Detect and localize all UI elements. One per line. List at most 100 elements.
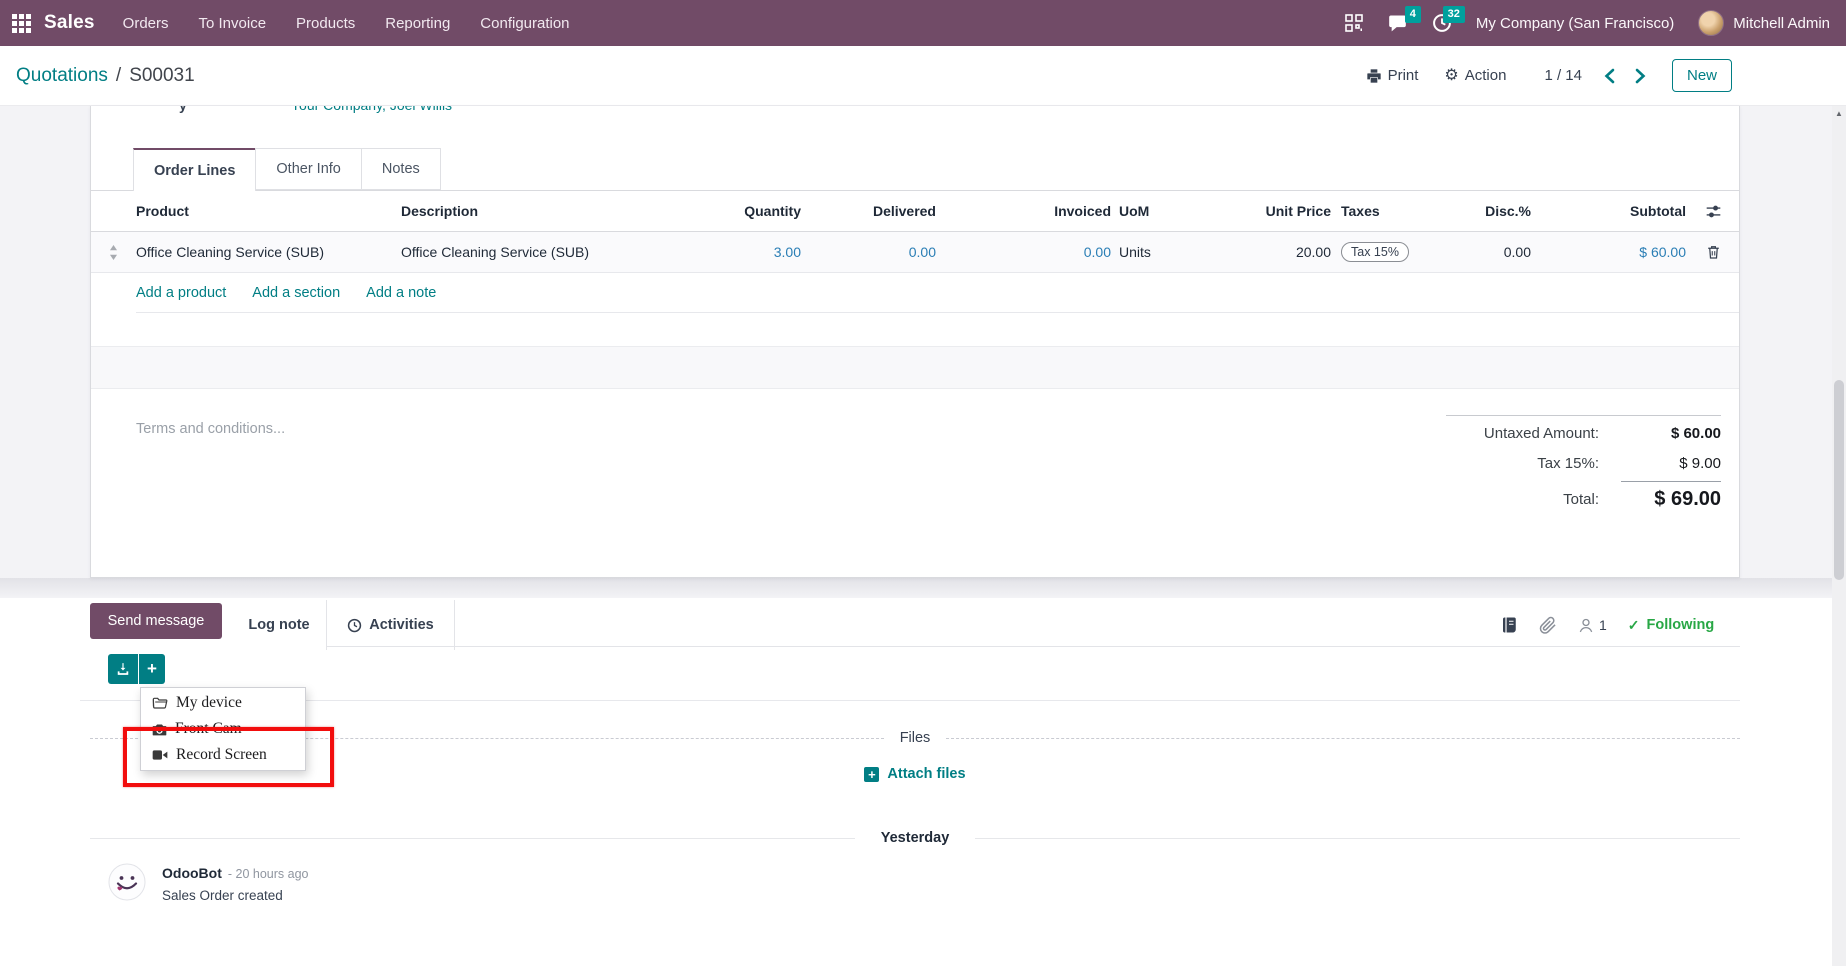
menu-item-my-device[interactable]: My device (141, 690, 305, 716)
control-panel: Quotations / S00031 Print ⚙ Action 1 / 1… (0, 46, 1846, 106)
cell-uom[interactable]: Units (1111, 244, 1231, 260)
menu-item-label: Record Screen (176, 746, 267, 764)
optional-columns-icon[interactable] (1686, 204, 1741, 219)
empty-list-row (91, 346, 1739, 389)
nav-item-to-invoice[interactable]: To Invoice (199, 15, 267, 32)
user-menu[interactable]: Mitchell Admin (1698, 10, 1830, 36)
date-divider-label: Yesterday (881, 830, 950, 846)
col-quantity[interactable]: Quantity (651, 203, 801, 219)
tax-badge[interactable]: Tax 15% (1341, 242, 1409, 262)
vertical-scrollbar[interactable]: ▲ (1832, 106, 1846, 966)
cell-delivered[interactable]: 0.00 (801, 244, 936, 260)
date-divider: Yesterday (90, 828, 1740, 848)
tax-label: Tax 15%: (1537, 455, 1599, 472)
activities-clock-icon[interactable]: 32 (1432, 13, 1452, 33)
log-note-button[interactable]: Log note (232, 600, 327, 650)
menu-item-record-screen[interactable]: Record Screen (141, 742, 305, 768)
scrollbar-up-arrow-icon[interactable]: ▲ (1832, 109, 1846, 118)
message-timestamp: - 20 hours ago (228, 867, 309, 881)
col-invoiced[interactable]: Invoiced (936, 203, 1111, 219)
tab-other-info[interactable]: Other Info (255, 148, 361, 190)
col-subtotal[interactable]: Subtotal (1531, 203, 1686, 219)
cell-disc[interactable]: 0.00 (1421, 244, 1531, 260)
drag-handle-icon[interactable] (91, 245, 136, 260)
message-author[interactable]: OdooBot (162, 865, 222, 881)
app-switcher[interactable]: Sales (12, 12, 95, 34)
apps-grid-icon[interactable] (12, 14, 31, 33)
action-button[interactable]: ⚙ Action (1444, 67, 1506, 84)
user-avatar[interactable] (1698, 10, 1724, 36)
pager-previous-icon[interactable] (1604, 68, 1615, 84)
attach-files-button[interactable]: + Attach files (90, 766, 1740, 782)
app-name[interactable]: Sales (44, 12, 95, 34)
cell-unit-price[interactable]: 20.00 (1231, 244, 1331, 260)
quotation-form-card: y Your Company, Joel Willis Order Lines … (90, 106, 1740, 578)
nav-item-orders[interactable]: Orders (123, 15, 169, 32)
message-header: OdooBot - 20 hours ago (162, 865, 308, 881)
col-product[interactable]: Product (136, 203, 401, 219)
pager-arrows (1604, 68, 1646, 84)
col-unit-price[interactable]: Unit Price (1231, 203, 1331, 219)
nav-right: 4 32 My Company (San Francisco) Mitchell… (1345, 10, 1846, 36)
breadcrumb-separator: / (116, 65, 121, 87)
barcode-icon[interactable] (1345, 14, 1363, 32)
print-button[interactable]: Print (1366, 67, 1419, 84)
attachments-icon[interactable] (1539, 616, 1557, 635)
total-value: $ 69.00 (1611, 488, 1721, 511)
user-name: Mitchell Admin (1733, 15, 1830, 32)
breadcrumb-current: S00031 (129, 65, 195, 87)
activities-button[interactable]: Activities (327, 600, 455, 650)
table-row[interactable]: Office Cleaning Service (SUB) Office Cle… (91, 232, 1739, 273)
col-taxes[interactable]: Taxes (1331, 203, 1421, 219)
nav-item-reporting[interactable]: Reporting (385, 15, 450, 32)
add-a-product-link[interactable]: Add a product (136, 285, 226, 301)
chatter-icons: 1 ✓ Following (1500, 600, 1714, 650)
following-button[interactable]: ✓ Following (1628, 617, 1714, 634)
pager-next-icon[interactable] (1635, 68, 1646, 84)
followers-button[interactable]: 1 (1578, 617, 1607, 634)
nav-item-products[interactable]: Products (296, 15, 355, 32)
col-delivered[interactable]: Delivered (801, 203, 936, 219)
log-notes-icon[interactable] (1500, 616, 1518, 634)
date-divider-line-left (90, 838, 855, 839)
tab-order-lines[interactable]: Order Lines (133, 148, 256, 191)
cell-invoiced[interactable]: 0.00 (936, 244, 1111, 260)
send-message-button[interactable]: Send message (90, 603, 222, 639)
company-switcher[interactable]: My Company (San Francisco) (1476, 15, 1674, 32)
attach-files-label: Attach files (887, 766, 965, 782)
total-divider (1621, 481, 1721, 482)
followers-count: 1 (1599, 617, 1607, 633)
cell-description[interactable]: Office Cleaning Service (SUB) (401, 244, 651, 260)
cell-product[interactable]: Office Cleaning Service (SUB) (136, 244, 401, 260)
check-icon: ✓ (1628, 617, 1640, 634)
total-label: Total: (1563, 491, 1599, 508)
col-description[interactable]: Description (401, 203, 651, 219)
tab-notes[interactable]: Notes (361, 148, 441, 190)
clipped-field-label: y (179, 106, 187, 113)
add-a-section-link[interactable]: Add a section (252, 285, 340, 301)
clock-icon (347, 618, 362, 633)
terms-placeholder[interactable]: Terms and conditions... (136, 421, 285, 437)
scrollbar-thumb[interactable] (1834, 380, 1844, 580)
composer-divider (80, 700, 1740, 701)
nav-item-configuration[interactable]: Configuration (480, 15, 569, 32)
upload-file-button[interactable] (108, 654, 138, 684)
col-uom[interactable]: UoM (1111, 203, 1231, 219)
notebook-tabs: Order Lines Other Info Notes (133, 148, 440, 191)
gear-icon: ⚙ (1444, 68, 1458, 84)
menu-item-front-cam[interactable]: Front Cam (141, 716, 305, 742)
breadcrumb-quotations-link[interactable]: Quotations (16, 65, 108, 87)
col-disc[interactable]: Disc.% (1421, 203, 1531, 219)
cell-taxes[interactable]: Tax 15% (1331, 242, 1421, 262)
add-a-note-link[interactable]: Add a note (366, 285, 436, 301)
add-attachment-button[interactable]: + (139, 654, 165, 684)
cell-quantity[interactable]: 3.00 (651, 244, 801, 260)
odoo-sales-screen: Sales Orders To Invoice Products Reporti… (0, 0, 1846, 966)
untaxed-amount-value: $ 60.00 (1611, 425, 1721, 442)
folder-open-icon (152, 696, 168, 710)
messages-icon[interactable]: 4 (1387, 13, 1408, 33)
delete-row-icon[interactable] (1686, 244, 1741, 260)
video-camera-icon (152, 749, 168, 761)
new-button[interactable]: New (1672, 59, 1732, 92)
cell-subtotal: $ 60.00 (1531, 244, 1686, 260)
